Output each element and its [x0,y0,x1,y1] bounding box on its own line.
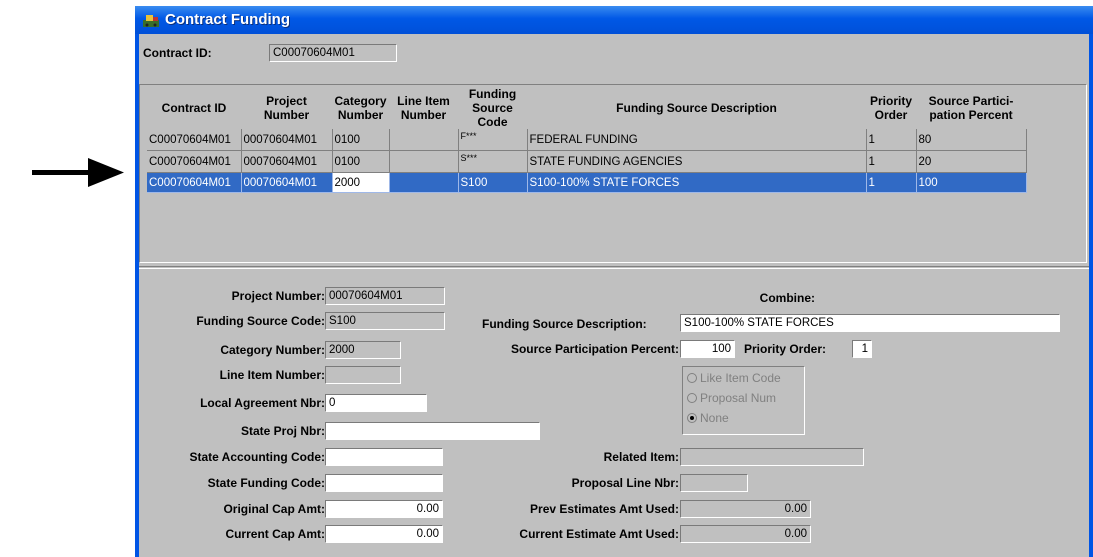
cell-funding-source-description[interactable]: S100-100% STATE FORCES [527,172,867,193]
state-accounting-code-label: State Accounting Code: [189,450,325,464]
radio-unchecked-icon [687,373,697,383]
contract-id-field[interactable]: C00070604M01 [269,44,397,62]
cell-contract-id[interactable]: C00070604M01 [147,129,242,151]
cell-funding-source-code[interactable]: F*** [458,129,528,151]
cell-source-participation-percent[interactable]: 80 [916,129,1027,151]
cell-line-item-number[interactable] [389,172,459,193]
category-number-label: Category Number: [220,343,325,357]
combine-option-none[interactable]: None [687,411,729,425]
col-header-funding-source-description[interactable]: Funding Source Description [527,87,866,129]
cell-category-number[interactable]: 0100 [332,129,390,151]
cell-contract-id[interactable]: C00070604M01 [147,150,242,173]
table-row[interactable]: C00070604M01 00070604M01 0100 F*** FEDER… [147,129,1027,151]
state-accounting-code-field[interactable] [325,448,443,466]
source-participation-percent-label: Source Participation Percent: [510,342,679,356]
cell-category-number[interactable]: 0100 [332,150,390,173]
funding-source-code-field[interactable]: S100 [325,312,445,330]
related-item-field[interactable] [680,448,864,466]
local-agreement-nbr-field[interactable]: 0 [325,394,427,412]
title-bar[interactable]: Contract Funding [135,6,1093,34]
cell-funding-source-code[interactable]: S100 [458,172,528,193]
pointer-arrow-icon [32,158,124,187]
project-number-label: Project Number: [231,289,325,303]
radio-unchecked-icon [687,393,697,403]
category-number-field[interactable]: 2000 [325,341,401,359]
funding-grid-panel: Contract ID Project Number Category Number… [139,84,1087,263]
col-header-funding-source-code[interactable]: Funding Source Code [458,87,527,129]
radio-checked-icon [687,413,697,423]
state-funding-code-field[interactable] [325,474,443,492]
funding-source-description-label: Funding Source Description: [482,317,647,331]
line-item-number-field[interactable] [325,366,401,384]
combine-option-like-item-code[interactable]: Like Item Code [687,371,781,385]
prev-estimates-amt-used-field[interactable]: 0.00 [680,500,811,518]
cell-contract-id[interactable]: C00070604M01 [147,172,242,193]
line-item-number-label: Line Item Number: [219,368,325,382]
col-header-source-participation-percent[interactable]: Source Partici-pation Percent [916,87,1026,129]
current-cap-amt-field[interactable]: 0.00 [325,525,443,543]
prev-estimates-amt-used-label: Prev Estimates Amt Used: [530,502,679,516]
grid-header-row: Contract ID Project Number Category Number… [147,87,1026,129]
app-icon [143,15,159,27]
cell-funding-source-description[interactable]: STATE FUNDING AGENCIES [527,150,867,173]
state-proj-nbr-label: State Proj Nbr: [240,424,325,438]
funding-source-code-label: Funding Source Code: [196,314,325,328]
client-area: Contract ID: C00070604M01 Contract ID Pr… [139,34,1089,557]
source-participation-percent-field[interactable]: 100 [680,340,735,358]
col-header-contract-id[interactable]: Contract ID [147,87,241,129]
priority-order-label: Priority Order: [744,342,827,356]
cell-line-item-number[interactable] [389,129,459,151]
cell-priority-order[interactable]: 1 [866,172,917,193]
combine-option-group: Like Item Code Proposal Num None [682,366,805,435]
funding-source-description-field[interactable]: S100-100% STATE FORCES [680,314,1060,332]
original-cap-amt-label: Original Cap Amt: [223,502,325,516]
contract-funding-window: Contract Funding Contract ID: C00070604M… [135,6,1093,557]
proposal-line-nbr-label: Proposal Line Nbr: [571,476,679,490]
priority-order-field[interactable]: 1 [852,340,872,358]
combine-label: Combine: [759,291,815,305]
funding-grid: Contract ID Project Number Category Number… [147,87,1027,193]
col-header-category-number[interactable]: Category Number [332,87,389,129]
local-agreement-nbr-label: Local Agreement Nbr: [200,396,325,410]
window-title: Contract Funding [165,11,290,28]
cell-project-number[interactable]: 00070604M01 [241,172,333,193]
col-header-priority-order[interactable]: Priority Order [866,87,916,129]
proposal-line-nbr-field[interactable] [680,474,748,492]
cell-source-participation-percent[interactable]: 100 [916,172,1027,193]
current-estimate-amt-used-field[interactable]: 0.00 [680,525,811,543]
cell-project-number[interactable]: 00070604M01 [241,129,333,151]
original-cap-amt-field[interactable]: 0.00 [325,500,443,518]
cell-priority-order[interactable]: 1 [866,129,917,151]
table-row-selected[interactable]: C00070604M01 00070604M01 2000 S100 S100-… [147,172,1027,193]
cell-source-participation-percent[interactable]: 20 [916,150,1027,173]
contract-id-label: Contract ID: [143,46,212,60]
state-funding-code-label: State Funding Code: [207,476,325,490]
table-row[interactable]: C00070604M01 00070604M01 0100 S*** STATE… [147,150,1027,173]
current-cap-amt-label: Current Cap Amt: [225,527,325,541]
cell-category-number[interactable]: 2000 [332,172,390,193]
project-number-field[interactable]: 00070604M01 [325,287,445,305]
section-divider [139,266,1089,269]
cell-funding-source-description[interactable]: FEDERAL FUNDING [527,129,867,151]
col-header-line-item-number[interactable]: Line Item Number [389,87,458,129]
cell-priority-order[interactable]: 1 [866,150,917,173]
col-header-project-number[interactable]: Project Number [241,87,332,129]
state-proj-nbr-field[interactable] [325,422,540,440]
cell-line-item-number[interactable] [389,150,459,173]
combine-option-proposal-num[interactable]: Proposal Num [687,391,776,405]
related-item-label: Related Item: [603,450,679,464]
cell-funding-source-code[interactable]: S*** [458,150,528,173]
current-estimate-amt-used-label: Current Estimate Amt Used: [519,527,679,541]
cell-project-number[interactable]: 00070604M01 [241,150,333,173]
